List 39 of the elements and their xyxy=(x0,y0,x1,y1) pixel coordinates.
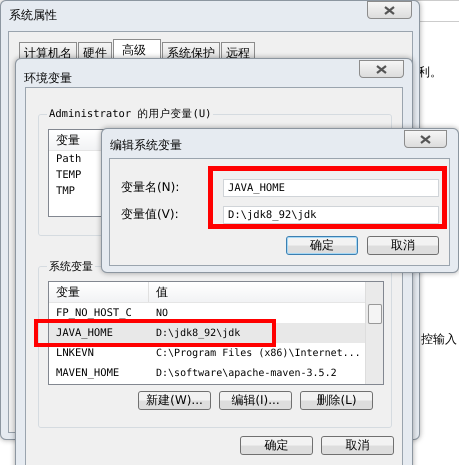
table-cell-text: C:\Program Files (x86)\Internet... xyxy=(155,348,361,358)
list-row[interactable]: LNKEVN C:\Program Files (x86)\Internet... xyxy=(49,343,365,363)
window-text: 控输入 xyxy=(421,331,457,348)
window-title: 系统属性 xyxy=(9,7,57,24)
field-label: 变量名(N): xyxy=(121,179,180,196)
group-title: Administrator 的用户变量(U) xyxy=(47,107,214,121)
scrollbar[interactable] xyxy=(365,282,383,384)
list-item[interactable]: Path xyxy=(49,153,82,165)
list-item[interactable]: TMP xyxy=(49,185,75,197)
close-button[interactable] xyxy=(359,60,404,78)
input-field[interactable]: D:\jdk8_92\jdk xyxy=(223,206,439,224)
list-row[interactable]: JAVA_HOME D:\jdk8_92\jdk xyxy=(49,323,365,343)
column-header: 变量 xyxy=(49,282,149,302)
list-row[interactable]: MAVEN_HOME D:\software\apache-maven-3.5.2 xyxy=(49,363,365,383)
dialog-button[interactable]: 取消 xyxy=(367,236,439,255)
window-title: 环境变量 xyxy=(24,70,72,87)
table-cell-text: D:\software\apache-maven-3.5.2 xyxy=(155,368,337,378)
table-cell-text: NO xyxy=(155,308,168,318)
close-icon xyxy=(420,134,431,144)
dialog-button[interactable]: 确定 xyxy=(286,236,358,255)
table-cell-text: FP_NO_HOST_C xyxy=(55,307,133,319)
table-cell-text: MAVEN_HOME xyxy=(55,367,120,379)
list-button[interactable]: 删除(L) xyxy=(300,391,373,410)
list-row[interactable]: FP_NO_HOST_C NO xyxy=(49,303,365,323)
close-button[interactable] xyxy=(367,1,412,19)
group-title: 系统变量 xyxy=(47,259,95,274)
table-cell-text: D:\jdk8_92\jdk xyxy=(155,328,240,338)
close-icon xyxy=(384,6,395,14)
dialog-button[interactable]: 取消 xyxy=(321,436,394,455)
list-item[interactable]: TEMP xyxy=(49,169,82,181)
close-button[interactable] xyxy=(404,130,447,148)
dialog-button[interactable]: 确定 xyxy=(240,436,313,455)
table-cell-text: JAVA_HOME xyxy=(55,327,114,339)
table-cell-text: LNKEVN xyxy=(55,347,95,359)
list-button[interactable]: 新建(W)... xyxy=(138,391,211,410)
field-label: 变量值(V): xyxy=(121,206,179,223)
close-icon xyxy=(376,64,387,74)
input-field[interactable]: JAVA_HOME xyxy=(223,179,439,197)
list-button[interactable]: 编辑(I)... xyxy=(219,391,292,410)
